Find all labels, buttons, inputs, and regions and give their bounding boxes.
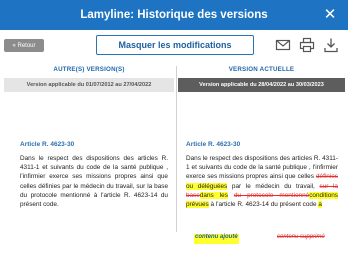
added-text: ou déléguées: [186, 182, 228, 190]
removed-text: définies: [315, 173, 338, 181]
print-icon[interactable]: [299, 37, 315, 53]
added-text: a: [318, 201, 322, 209]
unchanged-text: à l'article R. 4623-14 du présent code: [208, 201, 319, 209]
removed-text: du protocole mentionné: [233, 191, 310, 199]
close-icon[interactable]: ✕: [322, 7, 338, 23]
download-icon[interactable]: [323, 37, 339, 53]
left-article-text: Dans le respect des dispositions des art…: [20, 155, 168, 209]
left-version-range[interactable]: Version applicable du 01/07/2012 au 27/0…: [4, 78, 174, 92]
back-button[interactable]: « Retour: [4, 39, 44, 52]
hide-changes-button[interactable]: Masquer les modifications: [96, 35, 254, 55]
right-article-title: Article R. 4623-30: [186, 141, 241, 148]
column-divider: [176, 66, 177, 232]
right-column-header: VERSION ACTUELLE: [228, 66, 295, 73]
mail-icon[interactable]: [275, 37, 291, 53]
window-titlebar: Lamyline: Historique des versions ✕: [0, 0, 348, 30]
legend-removed: contenu supprimé: [277, 234, 325, 240]
left-article-title: Article R. 4623-30: [20, 141, 75, 148]
legend-added: contenu ajouté: [194, 234, 239, 244]
window-title: Lamyline: Historique des versions: [80, 9, 268, 21]
added-text: dans les: [199, 191, 228, 199]
right-version-range: Version applicable du 28/04/2022 au 30/0…: [178, 78, 345, 92]
unchanged-text: par le médecin du travail,: [227, 182, 320, 190]
left-column-header: AUTRE(S) VERSION(S): [53, 66, 125, 73]
right-article-text: Dans le respect des dispositions des art…: [186, 154, 338, 209]
